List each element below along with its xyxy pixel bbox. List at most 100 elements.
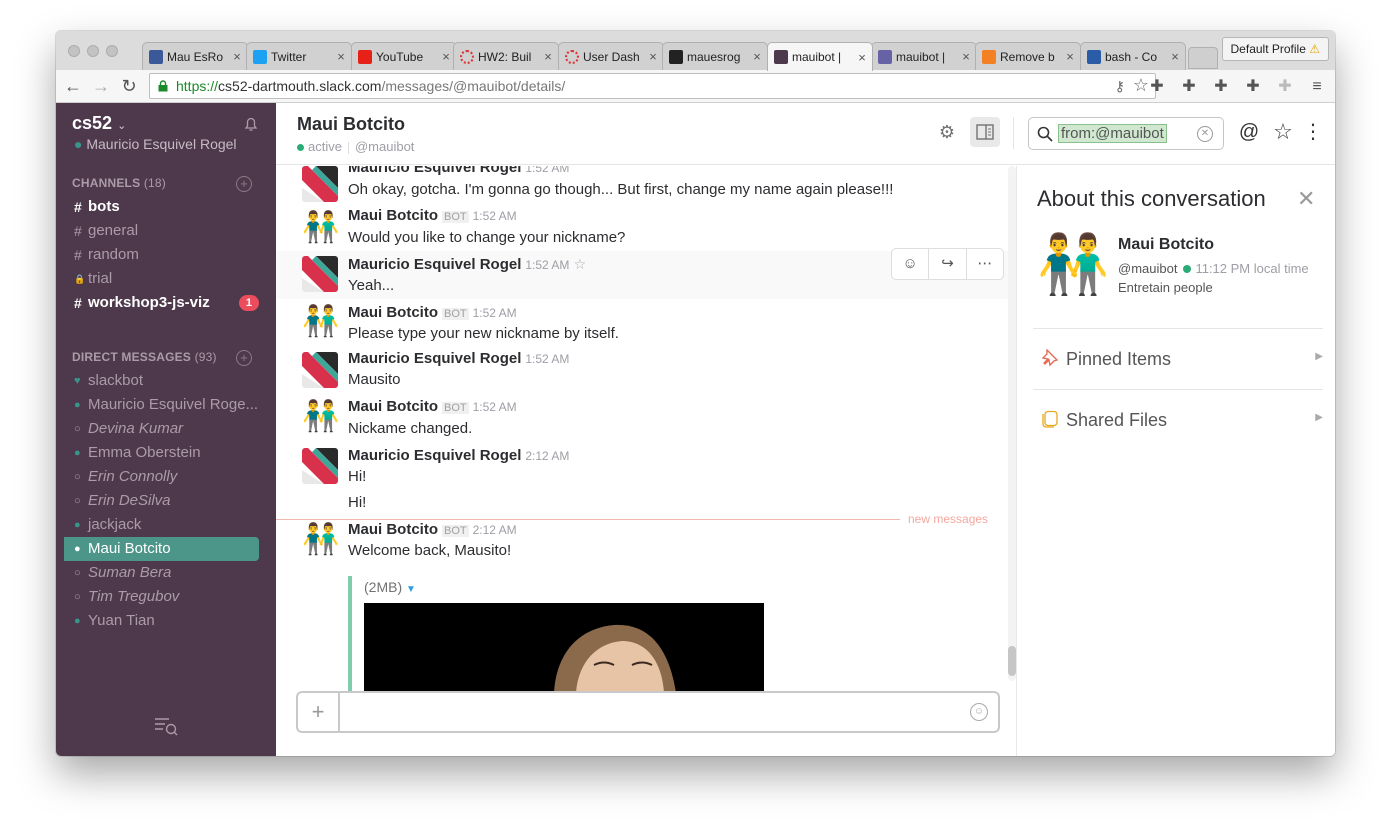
- bot-avatar[interactable]: 👬: [302, 399, 338, 435]
- browser-tab[interactable]: HW2: Buil ×: [453, 42, 559, 70]
- sidebar-channel-bots[interactable]: # bots: [64, 195, 259, 219]
- close-tab-icon[interactable]: ×: [438, 49, 454, 64]
- add-reaction-icon[interactable]: ☺: [892, 249, 930, 279]
- starred-icon[interactable]: ☆: [1268, 117, 1298, 147]
- quick-switcher-icon[interactable]: [153, 716, 179, 736]
- timestamp[interactable]: 1:52 AM: [525, 258, 569, 272]
- forward-icon[interactable]: →: [90, 75, 112, 97]
- avatar[interactable]: [302, 256, 338, 292]
- author-name[interactable]: Mauricio Esquivel Rogel: [348, 166, 521, 176]
- message[interactable]: Mauricio Esquivel Rogel 1:52 AM Oh okay, …: [276, 166, 1016, 204]
- sidebar-channel-workshop3-js-viz[interactable]: # workshop3-js-viz 1: [64, 291, 259, 315]
- caret-down-icon[interactable]: ▼: [406, 584, 416, 595]
- back-icon[interactable]: ←: [62, 75, 84, 97]
- scrollbar[interactable]: [1008, 166, 1016, 681]
- emoji-icon[interactable]: ☺: [970, 703, 988, 721]
- reload-icon[interactable]: ↻: [118, 75, 140, 97]
- sidebar-dm-item[interactable]: ● Emma Oberstein: [64, 441, 259, 465]
- mentions-icon[interactable]: @: [1234, 117, 1264, 147]
- sidebar-channel-general[interactable]: # general: [64, 219, 259, 243]
- author-name[interactable]: Mauricio Esquivel Rogel: [348, 447, 521, 464]
- menu-icon[interactable]: ≡: [1308, 78, 1326, 96]
- channels-header[interactable]: CHANNELS (18): [72, 176, 166, 190]
- extension-puzzle-icon[interactable]: ✚: [1244, 78, 1262, 96]
- bot-avatar[interactable]: 👬: [302, 210, 338, 246]
- star-icon[interactable]: ☆: [574, 256, 587, 272]
- browser-tab[interactable]: mauibot | ×: [871, 42, 977, 70]
- sidebar-dm-item[interactable]: ● Mauricio Esquivel Roge...: [64, 393, 259, 417]
- sidebar-dm-item[interactable]: ○ Suman Bera: [64, 561, 259, 585]
- author-name[interactable]: Mauricio Esquivel Rogel: [348, 350, 521, 367]
- browser-tab[interactable]: mauibot | ×: [767, 42, 873, 71]
- attachment-image[interactable]: [364, 603, 764, 691]
- notification-bell-icon[interactable]: [242, 115, 260, 133]
- bot-avatar[interactable]: 👬: [302, 304, 338, 340]
- browser-tab[interactable]: Remove b ×: [975, 42, 1081, 70]
- sidebar-dm-item[interactable]: ● jackjack: [64, 513, 259, 537]
- channel-title[interactable]: Maui Botcito: [297, 114, 405, 135]
- timestamp[interactable]: 1:52 AM: [473, 400, 517, 414]
- browser-tab[interactable]: bash - Co ×: [1080, 42, 1186, 70]
- author-name[interactable]: Maui Botcito: [348, 304, 438, 321]
- sidebar-dm-item[interactable]: ○ Erin DeSilva: [64, 489, 259, 513]
- extension-puzzle-icon[interactable]: ✚: [1276, 78, 1294, 96]
- sidebar-dm-item[interactable]: ○ Erin Connolly: [64, 465, 259, 489]
- timestamp[interactable]: 2:12 AM: [525, 449, 569, 463]
- browser-tab[interactable]: mauesrog ×: [662, 42, 768, 70]
- close-tab-icon[interactable]: ×: [749, 49, 765, 64]
- message-composer[interactable]: + ☺: [296, 691, 1000, 733]
- author-name[interactable]: Maui Botcito: [348, 398, 438, 415]
- profile-button[interactable]: Default Profile ⚠: [1221, 37, 1329, 61]
- browser-tab[interactable]: Mau EsRo ×: [142, 42, 248, 70]
- team-name[interactable]: cs52 ⌄: [72, 113, 126, 134]
- zoom-window-button[interactable]: [106, 45, 118, 57]
- author-name[interactable]: Mauricio Esquivel Rogel: [348, 256, 521, 273]
- direct-messages-header[interactable]: DIRECT MESSAGES (93): [72, 350, 217, 364]
- timestamp[interactable]: 2:12 AM: [473, 523, 517, 537]
- more-vertical-icon[interactable]: ⋮: [1298, 117, 1328, 147]
- avatar[interactable]: [302, 166, 338, 202]
- scrollbar-thumb[interactable]: [1008, 646, 1016, 676]
- close-tab-icon[interactable]: ×: [333, 49, 349, 64]
- sidebar-dm-item[interactable]: ○ Tim Tregubov: [64, 585, 259, 609]
- author-name[interactable]: Maui Botcito: [348, 207, 438, 224]
- new-tab-button[interactable]: [1188, 47, 1218, 69]
- close-tab-icon[interactable]: ×: [958, 49, 974, 64]
- avatar[interactable]: [302, 448, 338, 484]
- message[interactable]: Mauricio Esquivel Rogel 1:52 AM Mausito: [276, 350, 1016, 398]
- extension-puzzle-icon[interactable]: ✚: [1148, 78, 1166, 96]
- add-channel-icon[interactable]: +: [236, 176, 252, 192]
- message[interactable]: 👬 Maui Botcito BOT 1:52 AM Nickame changed…: [276, 398, 1016, 445]
- close-window-button[interactable]: [68, 45, 80, 57]
- profile-name[interactable]: Maui Botcito: [1118, 236, 1214, 254]
- add-attachment-button[interactable]: +: [298, 693, 340, 731]
- details-pane-icon[interactable]: [970, 117, 1000, 147]
- bot-avatar[interactable]: 👬: [302, 522, 338, 558]
- pinned-items-section[interactable]: Pinned Items ▶: [1033, 329, 1323, 389]
- close-tab-icon[interactable]: ×: [854, 50, 870, 65]
- bookmark-star-icon[interactable]: ☆: [1133, 73, 1149, 97]
- close-tab-icon[interactable]: ×: [1062, 49, 1078, 64]
- close-tab-icon[interactable]: ×: [1167, 49, 1183, 64]
- author-name[interactable]: Maui Botcito: [348, 521, 438, 538]
- clear-search-icon[interactable]: ✕: [1197, 126, 1213, 142]
- current-user[interactable]: ● Mauricio Esquivel Rogel: [74, 136, 237, 152]
- timestamp[interactable]: 1:52 AM: [473, 209, 517, 223]
- sidebar-dm-item[interactable]: ● Yuan Tian: [64, 609, 259, 633]
- browser-tab[interactable]: User Dash ×: [558, 42, 664, 70]
- sidebar-channel-trial[interactable]: 🔒 trial: [64, 267, 259, 291]
- close-tab-icon[interactable]: ×: [540, 49, 556, 64]
- file-size[interactable]: (2MB) ▼: [364, 579, 416, 595]
- bot-avatar[interactable]: 👬: [1037, 228, 1111, 302]
- shared-files-section[interactable]: Shared Files ▶: [1033, 390, 1323, 450]
- gear-icon[interactable]: ⚙: [932, 117, 962, 147]
- timestamp[interactable]: 1:52 AM: [473, 306, 517, 320]
- extension-puzzle-icon[interactable]: ✚: [1212, 78, 1230, 96]
- close-icon[interactable]: ✕: [1297, 188, 1315, 210]
- message[interactable]: Mauricio Esquivel Rogel 2:12 AM Hi! Hi!: [276, 447, 1016, 514]
- more-actions-icon[interactable]: ⋯: [967, 249, 1003, 279]
- message[interactable]: 👬 Maui Botcito BOT 1:52 AM Please type you…: [276, 304, 1016, 350]
- add-direct-message-icon[interactable]: +: [236, 350, 252, 366]
- timestamp[interactable]: 1:52 AM: [525, 352, 569, 366]
- key-icon[interactable]: ⚷: [1115, 74, 1125, 98]
